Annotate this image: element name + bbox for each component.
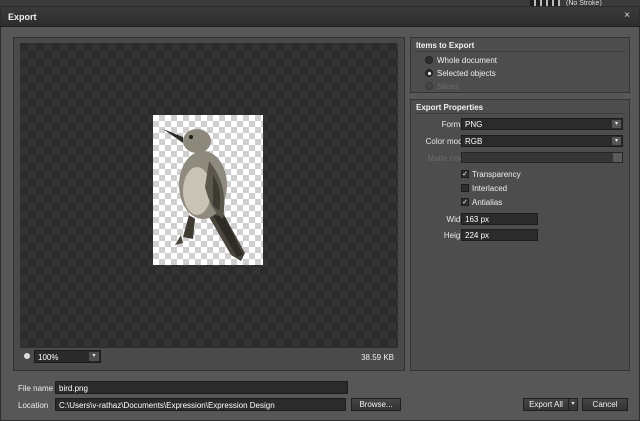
antialias-checkbox[interactable]: ✓ (461, 198, 469, 206)
radio-label: Selected objects (437, 69, 496, 78)
format-dropdown[interactable]: PNG ▾ (461, 118, 623, 130)
radio-button[interactable] (425, 56, 433, 64)
export-all-label: Export All (529, 400, 563, 409)
radio-button (425, 82, 433, 90)
matte-color-swatch (461, 152, 623, 163)
width-value: 163 px (465, 215, 490, 224)
width-input[interactable]: 163 px (461, 213, 538, 225)
chevron-down-icon[interactable]: ▾ (89, 352, 99, 361)
transparency-checkbox[interactable]: ✓ (461, 170, 469, 178)
export-properties-heading: Export Properties (416, 103, 484, 112)
location-value: C:\Users\v-rathaz\Documents\Expression\E… (59, 401, 275, 410)
location-input[interactable]: C:\Users\v-rathaz\Documents\Expression\E… (55, 398, 346, 411)
radio-button[interactable] (425, 69, 433, 77)
divider (415, 51, 625, 52)
height-value: 224 px (465, 231, 490, 240)
radio-label: Whole document (437, 56, 498, 65)
chevron-down-icon[interactable]: ▾ (568, 399, 577, 410)
transparency-label: Transparency (472, 170, 521, 179)
cancel-button[interactable]: Cancel (582, 398, 628, 411)
preview-panel: 100% ▾ 38.59 KB (13, 37, 405, 371)
file-size-readout: 38.59 KB (361, 353, 394, 362)
export-all-button[interactable]: Export All ▾ (523, 398, 578, 411)
dialog-title: Export (8, 12, 37, 22)
interlaced-checkbox[interactable] (461, 184, 469, 192)
interlaced-label: Interlaced (472, 184, 508, 193)
file-name-input[interactable]: bird.png (55, 381, 348, 394)
chevron-down-icon[interactable]: ▾ (612, 120, 621, 128)
close-icon[interactable]: × (624, 11, 630, 21)
zoom-value: 100% (38, 353, 59, 362)
swatch-handle (613, 153, 622, 162)
export-dialog: Export × 100% ▾ 38.59 KB Items to Export… (0, 6, 640, 421)
color-mode-dropdown[interactable]: RGB ▾ (461, 135, 623, 147)
exported-artwork-image (153, 115, 263, 265)
antialias-label: Antialias (472, 198, 503, 207)
export-properties-panel: Export Properties Format PNG ▾ Color mod… (410, 99, 630, 371)
bird-image (163, 129, 245, 261)
dialog-titlebar[interactable]: Export × (1, 7, 639, 27)
preview-canvas[interactable] (20, 43, 398, 348)
items-to-export-heading: Items to Export (416, 41, 475, 50)
divider (415, 113, 625, 114)
items-to-export-panel: Items to Export Whole document Selected … (410, 37, 630, 93)
format-value: PNG (465, 120, 483, 129)
zoom-indicator-dot (24, 353, 30, 359)
file-name-label: File name (18, 384, 54, 393)
file-name-value: bird.png (59, 384, 88, 393)
location-label: Location (18, 401, 49, 410)
browse-button[interactable]: Browse... (351, 398, 401, 411)
radio-label: Slices (437, 82, 459, 91)
height-input[interactable]: 224 px (461, 229, 538, 241)
color-mode-value: RGB (465, 137, 483, 146)
chevron-down-icon[interactable]: ▾ (612, 137, 621, 145)
zoom-dropdown[interactable]: 100% ▾ (34, 350, 101, 363)
